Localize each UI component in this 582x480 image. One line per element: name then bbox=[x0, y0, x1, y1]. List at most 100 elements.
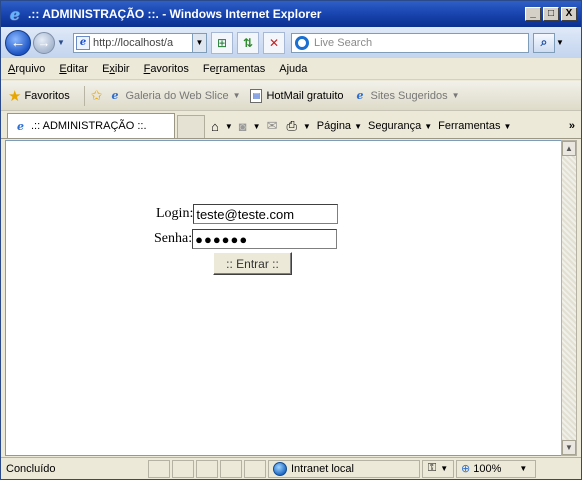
password-input[interactable]: ●●●●●● bbox=[192, 229, 338, 249]
fav-link-hotmail[interactable]: ▤ HotMail gratuito bbox=[250, 88, 344, 103]
chevron-down-icon: ▼ bbox=[503, 121, 512, 131]
chevron-down-icon: ▼ bbox=[451, 91, 460, 100]
minimize-button[interactable]: _ bbox=[525, 7, 541, 21]
zone-label: Intranet local bbox=[291, 462, 354, 475]
read-mail-button[interactable]: ✉ bbox=[267, 114, 281, 138]
fav-link-hotmail-label: HotMail gratuito bbox=[266, 89, 344, 102]
protected-mode-button[interactable]: ⚿ ▼ bbox=[422, 459, 454, 478]
status-bar: Concluído Intranet local ⚿ ▼ ⊕ 100% ▼ bbox=[1, 457, 581, 479]
favorites-star-icon[interactable]: ★ bbox=[8, 87, 21, 105]
compatibility-view-icon[interactable]: ⊞ bbox=[211, 31, 233, 54]
menu-favoritos-label: avoritos bbox=[150, 62, 189, 75]
search-icon[interactable]: ⌕ bbox=[533, 32, 555, 53]
add-to-favorites-icon[interactable]: ✩ bbox=[91, 87, 103, 104]
page-menu-label: Página bbox=[316, 120, 352, 132]
address-dropdown-icon[interactable]: ▼ bbox=[193, 32, 207, 53]
search-input[interactable]: Live Search bbox=[291, 32, 529, 53]
menu-exibir-label: ibir bbox=[114, 62, 130, 75]
address-value: http://localhost/a bbox=[93, 36, 174, 49]
chevron-down-icon: ▼ bbox=[519, 464, 528, 473]
chevron-down-icon: ▼ bbox=[354, 121, 362, 131]
scroll-up-icon[interactable]: ▲ bbox=[562, 141, 576, 156]
security-menu[interactable]: Segurança ▼ bbox=[368, 114, 432, 138]
menu-bar: Arquivo Editar Exibir Favoritos Ferramen… bbox=[1, 58, 581, 80]
separator bbox=[83, 85, 85, 106]
favorites-button[interactable]: Favoritos bbox=[24, 90, 69, 102]
recent-pages-dropdown-icon[interactable]: ▼ bbox=[57, 38, 67, 47]
scroll-down-icon[interactable]: ▼ bbox=[562, 440, 576, 455]
menu-editar[interactable]: Editar bbox=[52, 63, 95, 75]
status-slot bbox=[244, 459, 266, 478]
vertical-scrollbar[interactable]: ▲ ▼ bbox=[561, 140, 577, 456]
search-placeholder: Live Search bbox=[314, 36, 373, 49]
window-title: .:: ADMINISTRAÇÃO ::. - Windows Internet… bbox=[28, 7, 322, 21]
login-row: Login: teste@teste.com bbox=[156, 204, 339, 224]
menu-ajuda-prefix: A bbox=[279, 62, 287, 75]
password-row: Senha: ●●●●●● bbox=[154, 229, 338, 249]
fav-link-sites-sugeridos[interactable]: e Sites Sugeridos ▼ bbox=[354, 89, 460, 102]
mail-icon: ✉ bbox=[266, 118, 278, 133]
menu-arquivo[interactable]: Arquivo bbox=[1, 63, 52, 75]
favorites-bar: ★ Favoritos ✩ e Galeria do Web Slice ▼ ▤… bbox=[1, 81, 581, 111]
tab-command-bar: e .:: ADMINISTRAÇÃO ::. ⌂ ▼ ◙ ▼ ✉ ⎙ ▼ Págin… bbox=[1, 111, 581, 139]
tools-menu[interactable]: Ferramentas ▼ bbox=[438, 114, 511, 138]
browser-window: e .:: ADMINISTRAÇÃO ::. - Windows Intern… bbox=[0, 0, 582, 480]
forward-arrow-icon[interactable]: → bbox=[33, 31, 55, 54]
ie-page-icon: e bbox=[356, 89, 364, 102]
page-menu[interactable]: Página ▼ bbox=[317, 114, 362, 138]
zoom-icon: ⊕ bbox=[461, 463, 471, 475]
new-tab-button[interactable] bbox=[177, 115, 205, 138]
menu-editar-accel: E bbox=[59, 62, 67, 75]
back-arrow-icon[interactable]: ← bbox=[5, 29, 31, 56]
ie-logo-icon: e bbox=[9, 4, 21, 24]
print-button[interactable]: ⎙ ▼ bbox=[286, 114, 310, 138]
menu-editar-label: ditar bbox=[66, 62, 89, 75]
live-search-icon bbox=[295, 35, 309, 50]
address-toolbar: ← → ▼ e http://localhost/a ▼ ⊞ ⇅ ✕ Live … bbox=[1, 27, 581, 58]
fav-link-web-slice[interactable]: e Galeria do Web Slice ▼ bbox=[108, 89, 240, 102]
ie-page-icon: e bbox=[17, 119, 24, 133]
menu-ajuda[interactable]: Ajuda bbox=[272, 63, 314, 75]
fav-link-web-slice-label: Galeria do Web Slice bbox=[125, 89, 229, 102]
security-zone[interactable]: Intranet local bbox=[268, 459, 420, 478]
home-button[interactable]: ⌂ ▼ bbox=[211, 114, 233, 138]
status-slot bbox=[172, 459, 194, 478]
search-options-dropdown-icon[interactable]: ▼ bbox=[556, 38, 566, 47]
zoom-control[interactable]: ⊕ 100% ▼ bbox=[456, 459, 536, 478]
status-text: Concluído bbox=[6, 462, 56, 475]
address-input[interactable]: e http://localhost/a bbox=[73, 32, 193, 53]
window-controls: _ □ X bbox=[523, 7, 577, 21]
password-label: Senha: bbox=[154, 231, 193, 246]
login-input[interactable]: teste@teste.com bbox=[193, 204, 339, 224]
menu-ferramentas-label: ramentas bbox=[219, 62, 266, 75]
chevron-down-icon: ▼ bbox=[424, 121, 433, 131]
page-icon: e bbox=[76, 35, 90, 50]
menu-favoritos[interactable]: Favoritos bbox=[137, 63, 196, 75]
security-menu-label: Segurança bbox=[367, 120, 422, 132]
chevron-down-icon: ▼ bbox=[440, 464, 449, 473]
maximize-button[interactable]: □ bbox=[543, 7, 559, 21]
status-slot bbox=[220, 459, 242, 478]
menu-ferramentas[interactable]: Ferramentas bbox=[196, 63, 272, 75]
menu-ajuda-label: uda bbox=[289, 62, 308, 75]
feeds-button[interactable]: ◙ ▼ bbox=[239, 114, 261, 138]
title-bar: e .:: ADMINISTRAÇÃO ::. - Windows Intern… bbox=[1, 1, 581, 27]
page-icon: ▤ bbox=[250, 88, 263, 103]
tools-menu-label: Ferramentas bbox=[438, 120, 501, 132]
chevron-down-icon: ▼ bbox=[252, 121, 261, 131]
refresh-icon[interactable]: ⇅ bbox=[237, 31, 259, 54]
tab-administracao[interactable]: e .:: ADMINISTRAÇÃO ::. bbox=[7, 113, 175, 138]
more-commands-button[interactable]: » bbox=[569, 114, 575, 138]
page-content: Login: teste@teste.com Senha: ●●●●●● :: … bbox=[5, 140, 562, 456]
menu-arquivo-label: rquivo bbox=[15, 62, 46, 75]
rss-feed-icon: ◙ bbox=[238, 118, 247, 134]
stop-icon[interactable]: ✕ bbox=[263, 31, 285, 54]
chevron-down-icon: ▼ bbox=[302, 121, 311, 131]
status-slot bbox=[148, 459, 170, 478]
tab-label: .:: ADMINISTRAÇÃO ::. bbox=[31, 120, 147, 132]
menu-exibir[interactable]: Exibir bbox=[95, 63, 137, 75]
menu-ferramentas-prefix: Fe bbox=[202, 62, 216, 75]
close-button[interactable]: X bbox=[561, 7, 577, 21]
submit-button[interactable]: :: Entrar :: bbox=[213, 252, 292, 275]
globe-icon bbox=[273, 461, 287, 476]
